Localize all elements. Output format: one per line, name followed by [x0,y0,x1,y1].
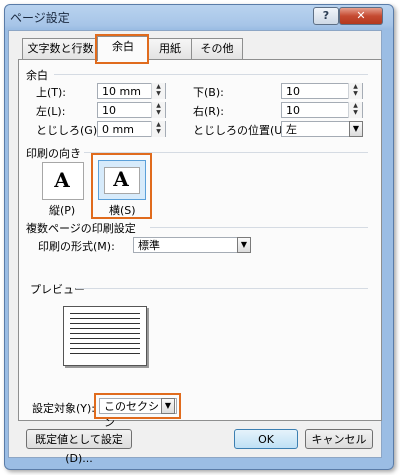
preview-text-line [70,318,140,319]
page-preview-thumbnail [63,306,147,366]
spin-up-icon: ▲ [156,102,161,109]
preview-group-label: プレビュー [30,283,85,296]
spin-down-icon: ▼ [156,128,161,135]
top-margin-label: 上(T): [36,86,67,99]
chevron-down-icon[interactable]: ▼ [349,121,363,137]
left-margin-label: 左(L): [36,105,66,118]
spin-down-icon: ▼ [156,109,161,116]
preview-text-line [70,328,140,329]
tab-margins[interactable]: 余白 [97,36,149,61]
gutter-position-label: とじしろの位置(U): [193,124,291,137]
spin-up-icon: ▲ [353,83,358,90]
right-margin-spinner[interactable]: ▲ ▼ [348,102,362,118]
orientation-group-divider [84,152,368,153]
landscape-page-icon: A [113,167,129,191]
dialog-title: ページ設定 [10,11,70,25]
multipage-group-label: 複数ページの印刷設定 [26,222,136,235]
gutter-spinner[interactable]: ▲ ▼ [151,121,165,137]
multipage-group-divider [150,227,368,228]
portrait-label: 縦(P) [49,204,76,217]
set-as-default-button[interactable]: 既定値として設定(D)... [26,429,132,465]
chevron-down-icon[interactable]: ▼ [161,398,175,414]
print-format-label: 印刷の形式(M): [38,240,115,253]
gutter-label: とじしろ(G): [36,124,101,137]
tab-other[interactable]: その他 [191,38,243,59]
help-button[interactable]: ? [313,7,339,25]
preview-group-divider [76,288,368,289]
margins-group-divider [54,74,368,75]
chevron-down-icon[interactable]: ▼ [237,237,251,253]
left-margin-spinner[interactable]: ▲ ▼ [151,102,165,118]
preview-text-line [70,313,140,314]
ok-button[interactable]: OK [234,429,298,449]
preview-text-line [70,348,140,349]
top-margin-spinner[interactable]: ▲ ▼ [151,83,165,99]
preview-text-line [70,353,140,354]
preview-text-line [70,338,140,339]
orientation-group-label: 印刷の向き [26,147,81,160]
spin-down-icon: ▼ [156,90,161,97]
spin-up-icon: ▲ [156,121,161,128]
bottom-margin-spinner[interactable]: ▲ ▼ [348,83,362,99]
preview-text-line [70,333,140,334]
portrait-page-icon: A [54,168,70,192]
margins-group-label: 余白 [26,69,48,82]
spin-up-icon: ▲ [156,83,161,90]
preview-text-line [70,343,140,344]
preview-text-line [70,323,140,324]
right-margin-label: 右(R): [193,105,224,118]
apply-to-label: 設定対象(Y): [32,402,96,415]
close-button[interactable]: ✕ [339,7,383,25]
spin-down-icon: ▼ [353,90,358,97]
bottom-margin-label: 下(B): [193,86,224,99]
landscape-label: 横(S) [109,204,136,217]
print-format-select[interactable]: 標準 [133,237,251,253]
tab-characters-lines[interactable]: 文字数と行数 [22,38,99,59]
cancel-button[interactable]: キャンセル [305,429,373,449]
spin-up-icon: ▲ [353,102,358,109]
spin-down-icon: ▼ [353,109,358,116]
tab-paper[interactable]: 用紙 [147,38,193,59]
